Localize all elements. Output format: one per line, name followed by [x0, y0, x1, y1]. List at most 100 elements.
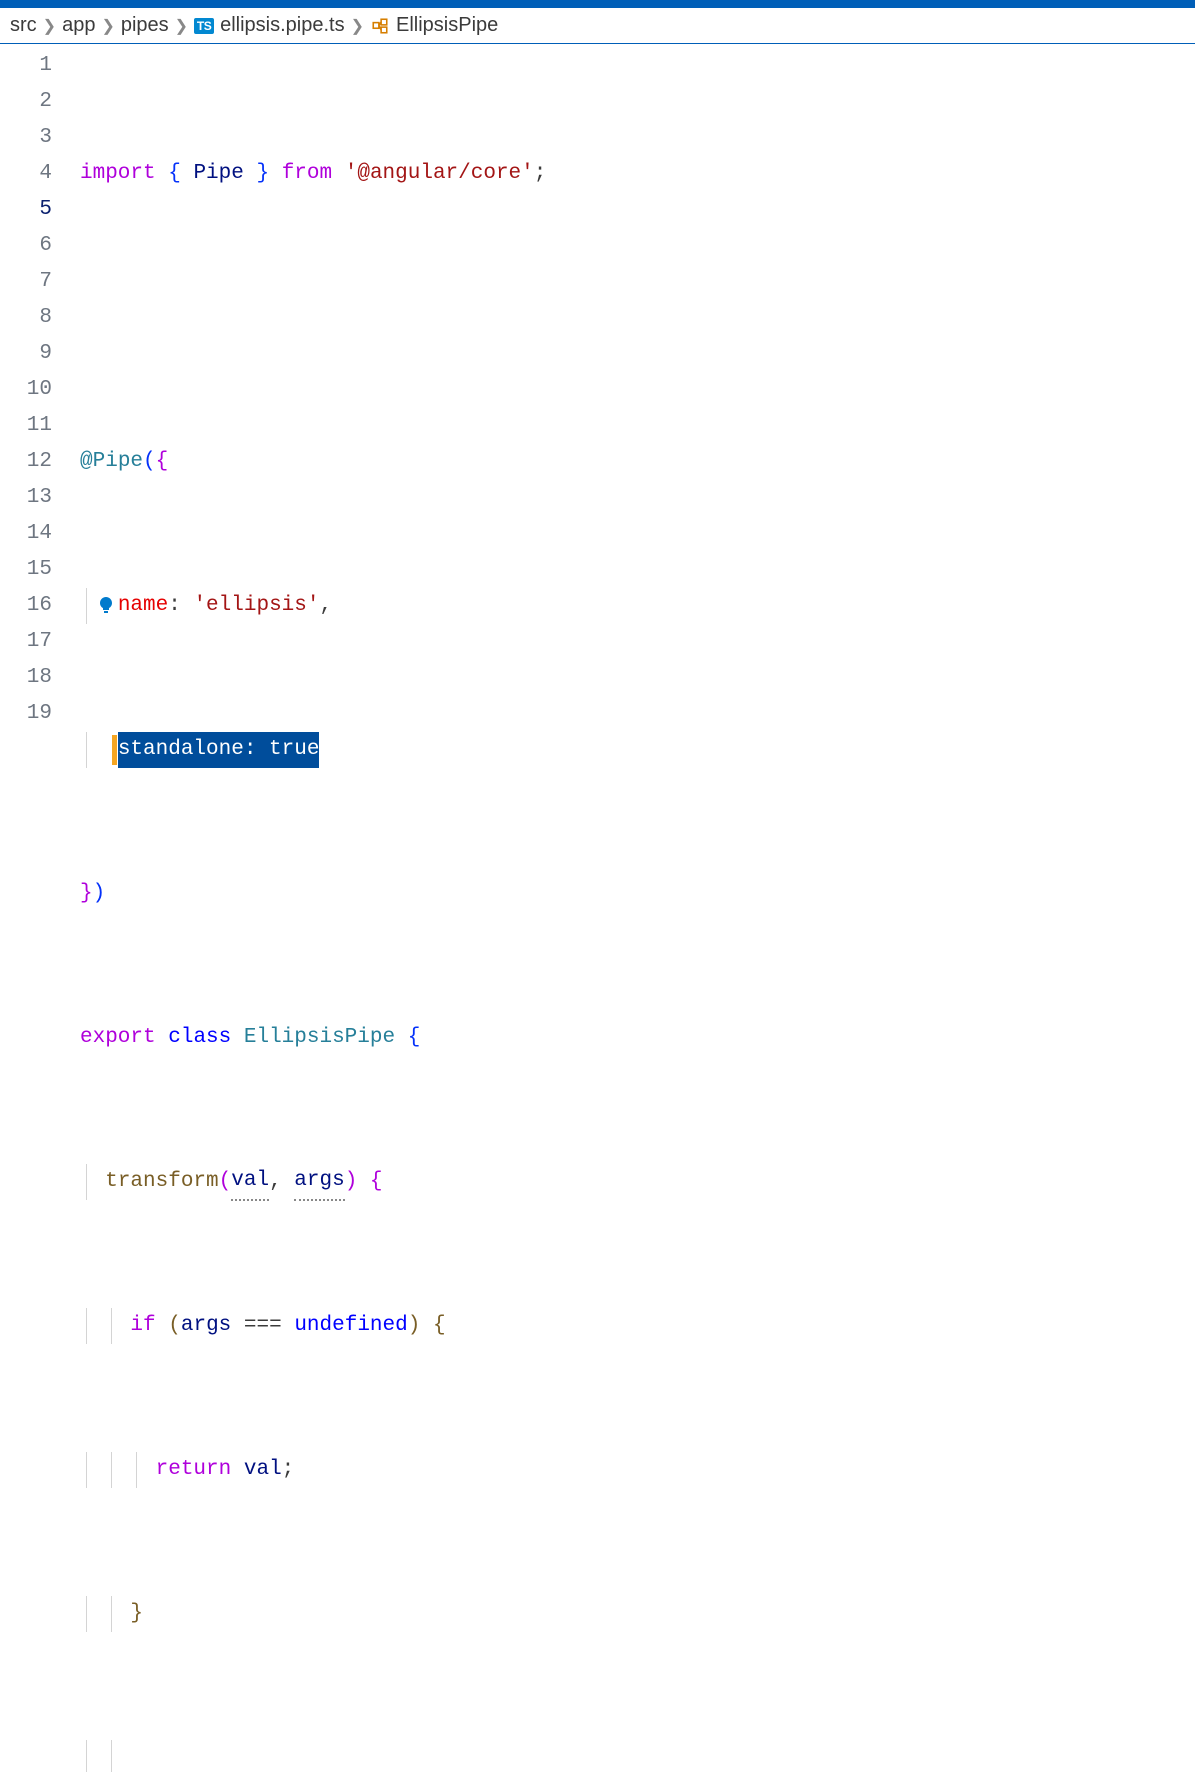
brace: } — [130, 1596, 143, 1632]
punct: ; — [534, 156, 547, 192]
property-name: name — [118, 588, 168, 624]
line-number[interactable]: 16 — [0, 588, 52, 624]
breadcrumb-item[interactable]: app — [62, 14, 95, 37]
indent-guide — [86, 588, 87, 624]
breadcrumb-item[interactable]: pipes — [121, 14, 169, 37]
keyword-export: export — [80, 1020, 156, 1056]
class-symbol-icon — [370, 16, 390, 36]
code-line[interactable]: export class EllipsisPipe { — [80, 1020, 1195, 1056]
chevron-right-icon: ❯ — [351, 16, 364, 36]
line-number[interactable]: 6 — [0, 228, 52, 264]
paren: ) — [93, 876, 106, 912]
indent-guide — [86, 1740, 87, 1772]
line-number[interactable]: 7 — [0, 264, 52, 300]
code-line[interactable]: if (args === undefined) { — [80, 1308, 1195, 1344]
brace: } — [80, 876, 93, 912]
line-number[interactable]: 15 — [0, 552, 52, 588]
chevron-right-icon: ❯ — [175, 16, 188, 36]
keyword-import: import — [80, 156, 156, 192]
brace: { — [370, 1164, 383, 1200]
code-line[interactable]: }) — [80, 876, 1195, 912]
brace: } — [256, 156, 269, 192]
line-number[interactable]: 14 — [0, 516, 52, 552]
class-name: EllipsisPipe — [244, 1020, 395, 1056]
paren: ( — [143, 444, 156, 480]
punct: : — [168, 588, 181, 624]
indent-guide — [86, 1452, 87, 1488]
brace: { — [408, 1020, 421, 1056]
line-number[interactable]: 4 — [0, 156, 52, 192]
operator: === — [244, 1308, 282, 1344]
code-editor[interactable]: 1 2 3 4 5 6 7 8 9 10 11 12 13 14 15 16 1… — [0, 44, 1195, 1772]
code-content[interactable]: import { Pipe } from '@angular/core'; @P… — [80, 48, 1195, 1772]
line-number[interactable]: 3 — [0, 120, 52, 156]
breadcrumb: src ❯ app ❯ pipes ❯ TS ellipsis.pipe.ts … — [0, 8, 1195, 44]
indent-guide — [86, 732, 87, 768]
parameter: args — [294, 1163, 344, 1201]
decorator-name: Pipe — [93, 444, 143, 480]
top-accent-bar — [0, 0, 1195, 8]
paren: ) — [345, 1164, 358, 1200]
punct: , — [319, 588, 332, 624]
line-number[interactable]: 1 — [0, 48, 52, 84]
line-number[interactable]: 11 — [0, 408, 52, 444]
keyword-undefined: undefined — [294, 1308, 407, 1344]
indent-guide — [86, 1308, 87, 1344]
code-line[interactable]: transform(val, args) { — [80, 1164, 1195, 1200]
brace: { — [168, 156, 181, 192]
line-number[interactable]: 8 — [0, 300, 52, 336]
indent-guide — [86, 1164, 87, 1200]
line-number[interactable]: 2 — [0, 84, 52, 120]
line-number[interactable]: 10 — [0, 372, 52, 408]
line-number[interactable]: 12 — [0, 444, 52, 480]
identifier: val — [244, 1452, 282, 1488]
keyword-class: class — [168, 1020, 231, 1056]
code-line[interactable]: @Pipe({ — [80, 444, 1195, 480]
line-number[interactable]: 19 — [0, 696, 52, 732]
line-number-gutter: 1 2 3 4 5 6 7 8 9 10 11 12 13 14 15 16 1… — [0, 48, 80, 1772]
code-line[interactable] — [80, 300, 1195, 336]
identifier: args — [181, 1308, 231, 1344]
text-selection: standalone: true — [118, 732, 320, 768]
brace: { — [156, 444, 169, 480]
keyword-return: return — [156, 1452, 232, 1488]
indent-guide — [111, 1740, 112, 1772]
brace: { — [433, 1308, 446, 1344]
lightbulb-icon[interactable] — [98, 596, 114, 616]
paren: ( — [168, 1308, 181, 1344]
breadcrumb-item[interactable]: src — [10, 14, 37, 37]
code-line-active[interactable]: standalone: true — [80, 732, 1195, 768]
decorator-at: @ — [80, 444, 93, 480]
line-number[interactable]: 17 — [0, 624, 52, 660]
chevron-right-icon: ❯ — [101, 16, 114, 36]
keyword-from: from — [282, 156, 332, 192]
indent-guide — [86, 1596, 87, 1632]
parameter: val — [231, 1163, 269, 1201]
breadcrumb-symbol[interactable]: EllipsisPipe — [396, 14, 498, 37]
indent-guide — [136, 1452, 137, 1488]
code-line[interactable] — [80, 1740, 1195, 1772]
code-line[interactable]: name: 'ellipsis', — [80, 588, 1195, 624]
string-literal: 'ellipsis' — [193, 588, 319, 624]
identifier: Pipe — [193, 156, 243, 192]
indent-guide — [111, 1452, 112, 1488]
line-number[interactable]: 13 — [0, 480, 52, 516]
paren: ( — [219, 1164, 232, 1200]
line-number-active[interactable]: 5 — [0, 192, 52, 228]
function-name: transform — [105, 1164, 218, 1200]
paren: ) — [408, 1308, 421, 1344]
code-line[interactable]: } — [80, 1596, 1195, 1632]
line-number[interactable]: 9 — [0, 336, 52, 372]
breadcrumb-file[interactable]: ellipsis.pipe.ts — [220, 14, 345, 37]
diff-modified-marker — [112, 735, 117, 765]
indent-guide — [111, 1308, 112, 1344]
keyword-if: if — [130, 1308, 155, 1344]
string-literal: '@angular/core' — [345, 156, 534, 192]
typescript-file-icon: TS — [194, 18, 214, 34]
indent-guide — [111, 1596, 112, 1632]
punct: , — [269, 1164, 282, 1200]
line-number[interactable]: 18 — [0, 660, 52, 696]
code-line[interactable]: return val; — [80, 1452, 1195, 1488]
code-line[interactable]: import { Pipe } from '@angular/core'; — [80, 156, 1195, 192]
chevron-right-icon: ❯ — [43, 16, 56, 36]
